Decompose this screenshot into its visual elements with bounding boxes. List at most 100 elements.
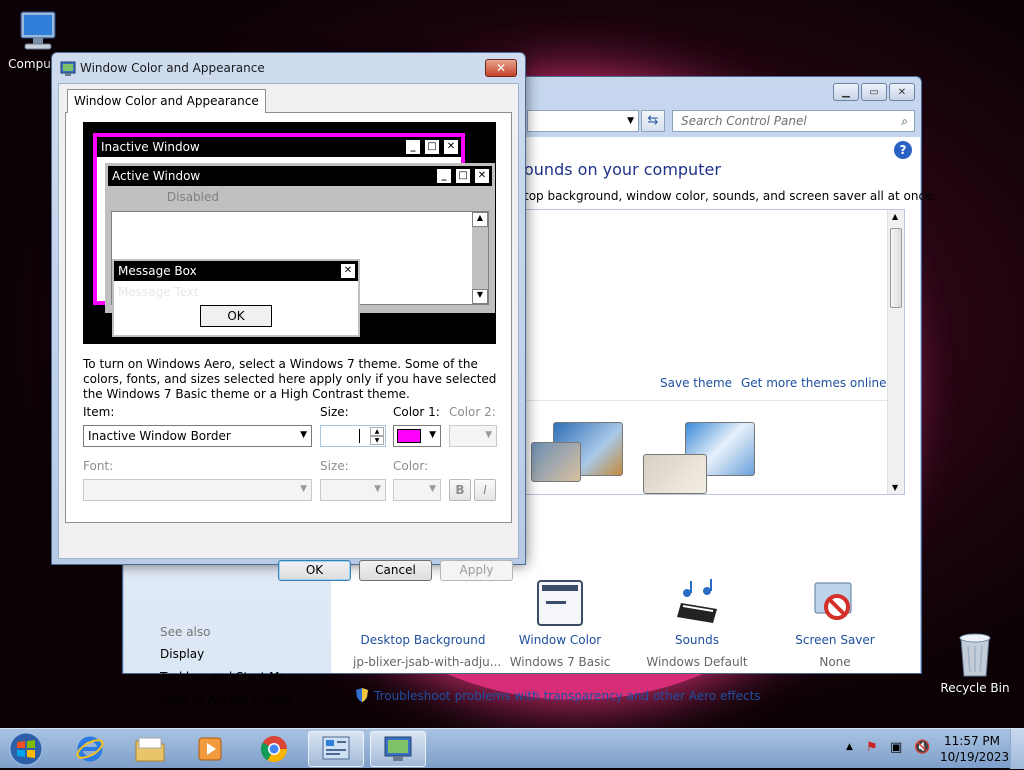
link-display[interactable]: Display: [160, 647, 204, 661]
tab-window-color-appearance[interactable]: Window Color and Appearance: [67, 89, 266, 113]
close-icon: ✕: [443, 139, 459, 155]
window-color-icon: [537, 580, 583, 626]
action-center-icon[interactable]: ⚑: [866, 740, 878, 755]
cancel-button[interactable]: Cancel: [359, 560, 432, 581]
see-also-heading: See also: [160, 625, 211, 639]
italic-button[interactable]: I: [474, 479, 496, 501]
item-select[interactable]: Inactive Window Border ▼: [83, 425, 312, 447]
maximize-icon: □: [455, 168, 471, 184]
desktop-background-item[interactable]: Desktop Background jp-blixer-jsab-with-a…: [353, 579, 502, 669]
window-color-appearance-dialog: Window Color and Appearance ✕ Window Col…: [51, 52, 526, 581]
show-desktop-button[interactable]: [1010, 729, 1024, 769]
screen-saver-label: Screen Saver: [795, 633, 875, 647]
theme-thumbnail[interactable]: [531, 442, 581, 482]
taskbar-file-explorer[interactable]: [122, 731, 178, 767]
chevron-down-icon: ▼: [300, 430, 307, 440]
display-settings-icon: [60, 61, 76, 76]
preview-ok-button: OK: [200, 305, 272, 327]
spin-down-button[interactable]: ▼: [370, 436, 384, 445]
desktop-background-icon: [353, 579, 493, 627]
spin-up-button[interactable]: ▲: [370, 427, 384, 436]
refresh-icon: ⇆: [647, 113, 659, 128]
tab-panel: Inactive Window _ □ ✕ Active Window _ □ …: [65, 112, 512, 523]
windows-logo-icon: [9, 732, 43, 766]
link-ease-of-access[interactable]: Ease of Access Center: [160, 693, 293, 707]
scroll-up-icon[interactable]: ▲: [892, 212, 898, 221]
sounds-icon: [677, 579, 717, 623]
size-spinner[interactable]: ▲ ▼: [320, 425, 386, 447]
bold-button[interactable]: B: [449, 479, 471, 501]
close-icon: ✕: [340, 263, 356, 279]
screen-saver-item[interactable]: Screen Saver None: [765, 579, 905, 669]
color1-label: Color 1:: [393, 405, 440, 419]
taskbar: ▲ ⚑ ▣ 🔇 11:57 PM 10/19/2023: [0, 728, 1024, 769]
link-taskbar-start-menu[interactable]: Taskbar and Start Menu: [160, 670, 302, 684]
volume-muted-icon[interactable]: 🔇: [914, 740, 930, 755]
scroll-thumb[interactable]: [890, 228, 902, 308]
item-label: Item:: [83, 405, 115, 419]
apply-button[interactable]: Apply: [440, 560, 513, 581]
taskbar-chrome[interactable]: [246, 731, 302, 767]
chevron-down-icon: ▼: [300, 484, 307, 494]
search-placeholder: Search Control Panel: [681, 114, 807, 128]
clock-date: 10/19/2023: [940, 750, 1010, 764]
address-bar[interactable]: ▼: [527, 110, 639, 132]
network-icon[interactable]: ▣: [890, 740, 902, 755]
maximize-button[interactable]: ▭: [861, 83, 887, 101]
color1-picker[interactable]: ▼: [393, 425, 441, 447]
display-settings-icon: [384, 736, 412, 761]
font-color-label: Color:: [393, 459, 429, 473]
taskbar-media-player[interactable]: [182, 731, 238, 767]
page-subtitle: top background, window color, sounds, an…: [524, 189, 937, 203]
themes-scrollbar[interactable]: ▲ ▼: [887, 210, 904, 494]
text-cursor: [359, 429, 360, 443]
dialog-body: Window Color and Appearance Inactive Win…: [58, 83, 519, 581]
font-size-label: Size:: [320, 459, 349, 473]
minimize-button[interactable]: ▁: [833, 83, 859, 101]
close-icon: ✕: [474, 168, 490, 184]
preview-menu-bar: Normal Disabled Selected: [112, 190, 283, 204]
theme-thumbnail-selected[interactable]: [643, 454, 707, 494]
get-more-themes-link[interactable]: Get more themes online: [741, 376, 887, 390]
save-theme-link[interactable]: Save theme: [660, 376, 732, 390]
dialog-close-button[interactable]: ✕: [485, 59, 517, 77]
clock[interactable]: 11:57 PM 10/19/2023: [940, 733, 1010, 765]
maximize-icon: □: [424, 139, 440, 155]
color2-picker[interactable]: ▼: [449, 425, 497, 447]
close-button[interactable]: ✕: [889, 83, 915, 101]
chevron-down-icon: ▼: [429, 484, 436, 494]
troubleshoot-aero-link[interactable]: Troubleshoot problems with transparency …: [354, 687, 761, 703]
window-color-item[interactable]: Window Color Windows 7 Basic: [490, 579, 630, 669]
scroll-down-icon[interactable]: ▼: [892, 483, 898, 492]
themes-list[interactable]: Save theme Get more themes online ▲ ▼: [524, 209, 905, 495]
media-player-icon: [198, 737, 222, 761]
desktop-background-value: jp-blixer-jsab-with-adju...: [353, 655, 502, 669]
preview-message-box: Message Box ✕ Message Text OK: [112, 259, 360, 337]
taskbar-window-color[interactable]: [370, 731, 426, 767]
ok-button[interactable]: OK: [278, 560, 351, 581]
refresh-button[interactable]: ⇆: [641, 110, 665, 132]
window-color-value: Windows 7 Basic: [509, 655, 611, 669]
internet-explorer-icon: [76, 736, 104, 762]
sounds-value: Windows Default: [646, 655, 748, 669]
taskbar-control-panel[interactable]: [308, 731, 364, 767]
size-label: Size:: [320, 405, 349, 419]
start-button[interactable]: [6, 731, 46, 767]
search-icon[interactable]: ⌕: [901, 114, 908, 129]
show-hidden-icons-button[interactable]: ▲: [846, 742, 853, 752]
chevron-down-icon[interactable]: ▼: [627, 116, 634, 126]
font-color-picker[interactable]: ▼: [393, 479, 441, 501]
preview-active-title: Active Window: [112, 169, 201, 183]
font-select[interactable]: ▼: [83, 479, 312, 501]
page-heading: ounds on your computer: [524, 160, 721, 179]
search-input[interactable]: Search Control Panel ⌕: [672, 110, 915, 132]
window-controls: ▁ ▭ ✕: [833, 83, 915, 101]
taskbar-internet-explorer[interactable]: [62, 731, 118, 767]
troubleshoot-text: Troubleshoot problems with transparency …: [374, 689, 761, 703]
minimize-icon: _: [405, 139, 421, 155]
desktop-icon-recycle-bin[interactable]: Recycle Bin: [937, 630, 1013, 695]
computer-icon: [20, 11, 56, 50]
sounds-item[interactable]: Sounds Windows Default: [627, 579, 767, 669]
help-icon[interactable]: ?: [894, 141, 912, 159]
font-size-select[interactable]: ▼: [320, 479, 386, 501]
